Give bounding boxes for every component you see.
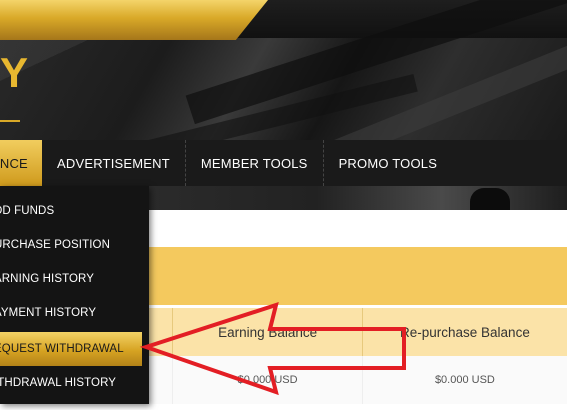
menu-item-purchase-position[interactable]: URCHASE POSITION (0, 228, 149, 262)
table-header-cell (149, 308, 173, 356)
earning-balance-value: $0.000 USD (172, 356, 363, 404)
menu-item-label: AYMENT HISTORY (0, 307, 97, 319)
gold-accent-strip (0, 0, 268, 40)
nav-item-label: ANCE (0, 155, 28, 171)
menu-item-label: EQUEST WITHDRAWAL (0, 343, 124, 355)
menu-item-add-funds[interactable]: DD FUNDS (0, 194, 149, 228)
header-banner: Y (0, 0, 567, 140)
menu-item-label: ITHDRAWAL HISTORY (0, 377, 117, 389)
main-nav: ANCE ADVERTISEMENT MEMBER TOOLS PROMO TO… (0, 140, 567, 186)
nav-item-promo-tools[interactable]: PROMO TOOLS (324, 140, 453, 186)
table-header-repurchase-balance: Re-purchase Balance (361, 308, 567, 356)
menu-item-withdrawal-history[interactable]: ITHDRAWAL HISTORY (0, 366, 149, 400)
finance-dropdown-menu: DD FUNDS URCHASE POSITION ARNING HISTORY… (0, 186, 149, 404)
menu-item-label: DD FUNDS (0, 205, 55, 217)
nav-item-member-tools[interactable]: MEMBER TOOLS (186, 140, 324, 186)
balance-table: Earning Balance Re-purchase Balance $0.0… (149, 308, 567, 404)
nav-item-label: MEMBER TOOLS (200, 155, 308, 171)
menu-item-request-withdrawal[interactable]: EQUEST WITHDRAWAL (0, 332, 142, 366)
menu-item-earning-history[interactable]: ARNING HISTORY (0, 262, 149, 296)
logo-underline (0, 120, 20, 122)
menu-item-label: ARNING HISTORY (0, 273, 95, 285)
table-row: $0.000 USD $0.000 USD (149, 356, 567, 404)
repurchase-balance-value: $0.000 USD (361, 356, 567, 404)
page-heading-band (149, 247, 567, 305)
nav-item-label: ADVERTISEMENT (57, 155, 170, 171)
table-cell (149, 356, 173, 404)
menu-item-payment-history[interactable]: AYMENT HISTORY (0, 296, 149, 330)
nav-item-label: PROMO TOOLS (338, 155, 438, 171)
nav-item-finance[interactable]: ANCE (0, 140, 42, 186)
menu-item-label: URCHASE POSITION (0, 239, 110, 251)
site-logo[interactable]: Y (0, 52, 29, 94)
header-photo-figure (470, 188, 510, 210)
nav-item-advertisement[interactable]: ADVERTISEMENT (42, 140, 186, 186)
table-header-row: Earning Balance Re-purchase Balance (149, 308, 567, 356)
table-header-earning-balance: Earning Balance (172, 308, 363, 356)
